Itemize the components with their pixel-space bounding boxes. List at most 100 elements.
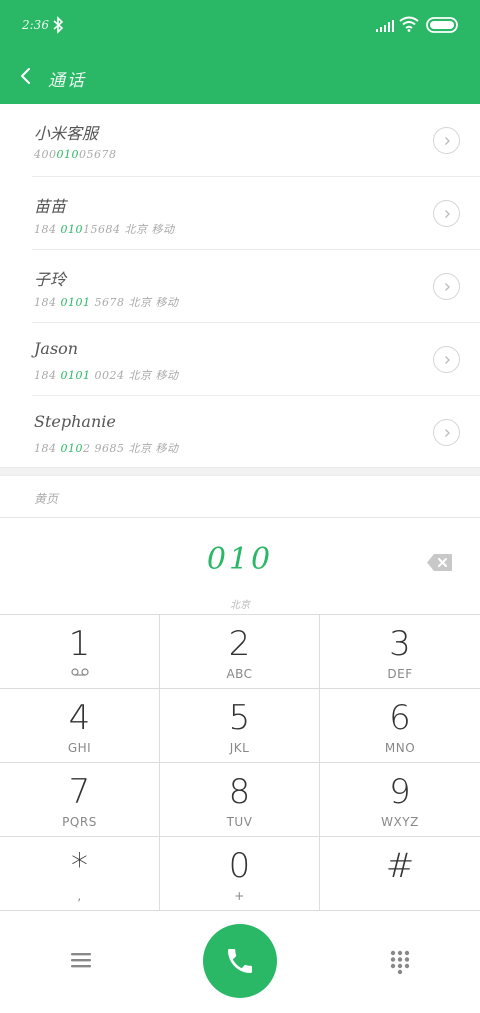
number-location: 北京 bbox=[230, 600, 250, 611]
contact-name: 小米客服 bbox=[34, 124, 99, 143]
divider-line bbox=[0, 517, 480, 518]
backspace-icon[interactable] bbox=[426, 553, 453, 572]
number-prefix: 184 bbox=[34, 442, 61, 455]
contact-number: 184 01015684 北京 移动 bbox=[34, 221, 175, 237]
voicemail-icon bbox=[71, 668, 89, 676]
contact-number: 40001005678 bbox=[34, 148, 117, 161]
key-digit: 2 bbox=[228, 624, 251, 664]
key-letters: TUV bbox=[226, 815, 253, 829]
status-time: 2:36 bbox=[22, 18, 49, 32]
contact-row-4[interactable]: Jason 184 0101 0024 北京 移动 bbox=[32, 323, 480, 396]
key-hash[interactable]: # bbox=[320, 837, 480, 911]
key-letters: WXYZ bbox=[381, 815, 419, 829]
yellow-pages-label[interactable]: 黄页 bbox=[34, 490, 58, 507]
key-4[interactable]: 4 GHI bbox=[0, 689, 160, 763]
contact-number: 184 0102 9685 北京 移动 bbox=[34, 440, 179, 456]
key-7[interactable]: 7 PQRS bbox=[0, 763, 160, 837]
dialpad-icon[interactable] bbox=[389, 950, 411, 974]
contact-location: 北京 移动 bbox=[128, 442, 179, 455]
key-2[interactable]: 2 ABC bbox=[160, 615, 320, 689]
battery-icon bbox=[426, 17, 458, 33]
number-suffix: 0024 bbox=[90, 369, 125, 382]
bluetooth-icon bbox=[53, 16, 64, 34]
key-6[interactable]: 6 MNO bbox=[320, 689, 480, 763]
signal-icon bbox=[376, 20, 394, 32]
contact-row-1[interactable]: 小米客服 40001005678 bbox=[32, 104, 480, 177]
number-suffix: 2 9685 bbox=[83, 442, 125, 455]
app-bar: 通话 bbox=[0, 52, 480, 104]
key-3[interactable]: 3 DEF bbox=[320, 615, 480, 689]
status-bar: 2:36 bbox=[0, 0, 480, 52]
key-digit: 6 bbox=[389, 698, 411, 738]
key-digit: 1 bbox=[68, 624, 91, 664]
call-button[interactable] bbox=[203, 924, 277, 998]
section-divider bbox=[0, 467, 480, 476]
key-digit: 0 bbox=[228, 846, 251, 886]
phone-icon bbox=[228, 949, 252, 973]
chevron-right-icon bbox=[444, 136, 450, 145]
chevron-right-icon bbox=[444, 355, 450, 364]
key-digit: 5 bbox=[228, 698, 251, 738]
key-8[interactable]: 8 TUV bbox=[160, 763, 320, 837]
key-letters: ABC bbox=[226, 667, 253, 681]
key-9[interactable]: 9 WXYZ bbox=[320, 763, 480, 837]
contact-row-2[interactable]: 苗苗 184 01015684 北京 移动 bbox=[32, 177, 480, 250]
number-suffix: 05678 bbox=[79, 148, 117, 161]
contact-name: 苗苗 bbox=[34, 197, 67, 216]
number-match: 0101 bbox=[60, 296, 91, 309]
number-match: 010 bbox=[60, 442, 83, 455]
contact-location: 北京 移动 bbox=[128, 296, 179, 309]
contact-name: Stephanie bbox=[34, 412, 116, 431]
dialed-number: 010 bbox=[206, 542, 274, 577]
number-prefix: 400 bbox=[34, 148, 57, 161]
contact-number: 184 0101 5678 北京 移动 bbox=[34, 294, 179, 310]
key-letters: GHI bbox=[67, 741, 92, 755]
key-digit: 4 bbox=[68, 698, 91, 738]
key-letters: JKL bbox=[229, 741, 250, 755]
key-1[interactable]: 1 bbox=[0, 615, 160, 689]
contact-location: 北京 移动 bbox=[124, 223, 175, 236]
chevron-right-icon bbox=[444, 209, 450, 218]
contact-row-3[interactable]: 子玲 184 0101 5678 北京 移动 bbox=[32, 250, 480, 323]
chevron-right-icon bbox=[444, 428, 450, 437]
key-digit: 7 bbox=[68, 772, 91, 812]
contact-detail-button[interactable] bbox=[433, 127, 460, 154]
number-prefix: 184 bbox=[34, 296, 61, 309]
number-match: 010 bbox=[56, 148, 79, 161]
key-digit: 9 bbox=[389, 772, 411, 812]
number-prefix: 184 bbox=[34, 369, 61, 382]
number-match: 010 bbox=[60, 223, 83, 236]
contact-detail-button[interactable] bbox=[433, 273, 460, 300]
key-digit: 3 bbox=[389, 624, 411, 664]
contact-number: 184 0101 0024 北京 移动 bbox=[34, 367, 179, 383]
key-digit: 8 bbox=[228, 772, 251, 812]
contact-name: Jason bbox=[34, 339, 79, 358]
back-icon[interactable] bbox=[14, 64, 38, 88]
dial-keypad: 1 2 ABC 3 DEF 4 GHI 5 JKL 6 MNO 7 PQRS 8… bbox=[0, 614, 480, 911]
key-star[interactable]: * , bbox=[0, 837, 160, 911]
bottom-action-bar bbox=[0, 910, 480, 1013]
number-prefix: 184 bbox=[34, 223, 61, 236]
wifi-icon bbox=[399, 16, 419, 32]
number-match: 0101 bbox=[60, 369, 91, 382]
number-suffix: 15684 bbox=[83, 223, 121, 236]
key-digit: # bbox=[385, 846, 415, 886]
contact-suggestion-list: 小米客服 40001005678 苗苗 184 01015684 北京 移动 子… bbox=[0, 104, 480, 469]
contact-detail-button[interactable] bbox=[433, 346, 460, 373]
key-0[interactable]: 0 + bbox=[160, 837, 320, 911]
key-5[interactable]: 5 JKL bbox=[160, 689, 320, 763]
contact-row-5[interactable]: Stephanie 184 0102 9685 北京 移动 bbox=[32, 396, 480, 469]
contact-detail-button[interactable] bbox=[433, 419, 460, 446]
contact-name: 子玲 bbox=[34, 270, 67, 289]
menu-icon[interactable] bbox=[70, 950, 92, 970]
key-letters: + bbox=[234, 889, 245, 903]
key-digit: * bbox=[71, 846, 88, 886]
chevron-right-icon bbox=[444, 282, 450, 291]
contact-detail-button[interactable] bbox=[433, 200, 460, 227]
key-letters: DEF bbox=[387, 667, 413, 681]
number-suffix: 5678 bbox=[90, 296, 125, 309]
key-letters: , bbox=[77, 889, 82, 903]
key-letters: PQRS bbox=[62, 815, 97, 829]
contact-location: 北京 移动 bbox=[128, 369, 179, 382]
page-title: 通话 bbox=[48, 71, 86, 91]
